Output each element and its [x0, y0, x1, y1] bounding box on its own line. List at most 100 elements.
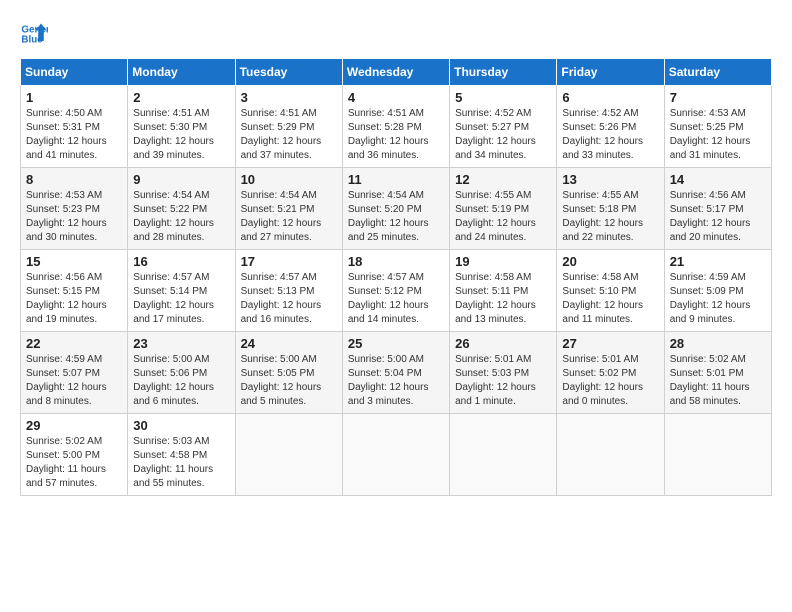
calendar-day-1: 1 Sunrise: 4:50 AM Sunset: 5:31 PM Dayli… [21, 86, 128, 168]
day-info: Sunrise: 4:51 AM Sunset: 5:30 PM Dayligh… [133, 107, 229, 163]
day-number: 14 [670, 172, 766, 187]
calendar-week-1: 1 Sunrise: 4:50 AM Sunset: 5:31 PM Dayli… [21, 86, 772, 168]
empty-cell [557, 414, 664, 496]
day-number: 27 [562, 336, 658, 351]
day-number: 2 [133, 90, 229, 105]
day-info: Sunrise: 4:54 AM Sunset: 5:22 PM Dayligh… [133, 189, 229, 245]
day-number: 8 [26, 172, 122, 187]
calendar-day-3: 3 Sunrise: 4:51 AM Sunset: 5:29 PM Dayli… [235, 86, 342, 168]
day-info: Sunrise: 4:57 AM Sunset: 5:14 PM Dayligh… [133, 271, 229, 327]
day-number: 21 [670, 254, 766, 269]
calendar-header-thursday: Thursday [450, 59, 557, 86]
day-number: 10 [241, 172, 337, 187]
calendar-day-16: 16 Sunrise: 4:57 AM Sunset: 5:14 PM Dayl… [128, 250, 235, 332]
day-info: Sunrise: 4:55 AM Sunset: 5:19 PM Dayligh… [455, 189, 551, 245]
day-info: Sunrise: 4:58 AM Sunset: 5:11 PM Dayligh… [455, 271, 551, 327]
calendar-day-15: 15 Sunrise: 4:56 AM Sunset: 5:15 PM Dayl… [21, 250, 128, 332]
day-number: 18 [348, 254, 444, 269]
calendar-day-30: 30 Sunrise: 5:03 AM Sunset: 4:58 PM Dayl… [128, 414, 235, 496]
calendar-header-friday: Friday [557, 59, 664, 86]
empty-cell [342, 414, 449, 496]
calendar-table: SundayMondayTuesdayWednesdayThursdayFrid… [20, 58, 772, 496]
day-info: Sunrise: 5:01 AM Sunset: 5:02 PM Dayligh… [562, 353, 658, 409]
day-number: 13 [562, 172, 658, 187]
calendar-day-26: 26 Sunrise: 5:01 AM Sunset: 5:03 PM Dayl… [450, 332, 557, 414]
calendar-day-23: 23 Sunrise: 5:00 AM Sunset: 5:06 PM Dayl… [128, 332, 235, 414]
page-header: General Blue [20, 20, 772, 48]
calendar-week-5: 29 Sunrise: 5:02 AM Sunset: 5:00 PM Dayl… [21, 414, 772, 496]
day-number: 12 [455, 172, 551, 187]
day-number: 5 [455, 90, 551, 105]
day-number: 22 [26, 336, 122, 351]
day-info: Sunrise: 4:53 AM Sunset: 5:25 PM Dayligh… [670, 107, 766, 163]
calendar-day-5: 5 Sunrise: 4:52 AM Sunset: 5:27 PM Dayli… [450, 86, 557, 168]
day-info: Sunrise: 5:01 AM Sunset: 5:03 PM Dayligh… [455, 353, 551, 409]
day-info: Sunrise: 4:59 AM Sunset: 5:09 PM Dayligh… [670, 271, 766, 327]
calendar-day-17: 17 Sunrise: 4:57 AM Sunset: 5:13 PM Dayl… [235, 250, 342, 332]
day-info: Sunrise: 4:55 AM Sunset: 5:18 PM Dayligh… [562, 189, 658, 245]
calendar-day-10: 10 Sunrise: 4:54 AM Sunset: 5:21 PM Dayl… [235, 168, 342, 250]
calendar-day-9: 9 Sunrise: 4:54 AM Sunset: 5:22 PM Dayli… [128, 168, 235, 250]
empty-cell [664, 414, 771, 496]
calendar-day-28: 28 Sunrise: 5:02 AM Sunset: 5:01 PM Dayl… [664, 332, 771, 414]
empty-cell [450, 414, 557, 496]
calendar-header-saturday: Saturday [664, 59, 771, 86]
day-number: 19 [455, 254, 551, 269]
day-info: Sunrise: 4:53 AM Sunset: 5:23 PM Dayligh… [26, 189, 122, 245]
calendar-day-6: 6 Sunrise: 4:52 AM Sunset: 5:26 PM Dayli… [557, 86, 664, 168]
calendar-week-2: 8 Sunrise: 4:53 AM Sunset: 5:23 PM Dayli… [21, 168, 772, 250]
calendar-header-monday: Monday [128, 59, 235, 86]
day-number: 28 [670, 336, 766, 351]
calendar-day-29: 29 Sunrise: 5:02 AM Sunset: 5:00 PM Dayl… [21, 414, 128, 496]
calendar-header-wednesday: Wednesday [342, 59, 449, 86]
calendar-day-12: 12 Sunrise: 4:55 AM Sunset: 5:19 PM Dayl… [450, 168, 557, 250]
calendar-week-4: 22 Sunrise: 4:59 AM Sunset: 5:07 PM Dayl… [21, 332, 772, 414]
day-info: Sunrise: 4:51 AM Sunset: 5:28 PM Dayligh… [348, 107, 444, 163]
logo-icon: General Blue [20, 20, 48, 48]
day-info: Sunrise: 4:57 AM Sunset: 5:12 PM Dayligh… [348, 271, 444, 327]
calendar-header-sunday: Sunday [21, 59, 128, 86]
day-info: Sunrise: 4:52 AM Sunset: 5:27 PM Dayligh… [455, 107, 551, 163]
day-number: 20 [562, 254, 658, 269]
day-number: 16 [133, 254, 229, 269]
day-number: 11 [348, 172, 444, 187]
day-number: 7 [670, 90, 766, 105]
calendar-day-20: 20 Sunrise: 4:58 AM Sunset: 5:10 PM Dayl… [557, 250, 664, 332]
calendar-day-11: 11 Sunrise: 4:54 AM Sunset: 5:20 PM Dayl… [342, 168, 449, 250]
day-number: 4 [348, 90, 444, 105]
logo: General Blue [20, 20, 52, 48]
day-number: 1 [26, 90, 122, 105]
day-info: Sunrise: 5:02 AM Sunset: 5:00 PM Dayligh… [26, 435, 122, 491]
calendar-day-18: 18 Sunrise: 4:57 AM Sunset: 5:12 PM Dayl… [342, 250, 449, 332]
day-info: Sunrise: 4:56 AM Sunset: 5:17 PM Dayligh… [670, 189, 766, 245]
day-number: 17 [241, 254, 337, 269]
calendar-day-4: 4 Sunrise: 4:51 AM Sunset: 5:28 PM Dayli… [342, 86, 449, 168]
calendar-day-21: 21 Sunrise: 4:59 AM Sunset: 5:09 PM Dayl… [664, 250, 771, 332]
calendar-day-22: 22 Sunrise: 4:59 AM Sunset: 5:07 PM Dayl… [21, 332, 128, 414]
day-number: 24 [241, 336, 337, 351]
empty-cell [235, 414, 342, 496]
day-info: Sunrise: 5:00 AM Sunset: 5:05 PM Dayligh… [241, 353, 337, 409]
day-number: 9 [133, 172, 229, 187]
day-info: Sunrise: 4:56 AM Sunset: 5:15 PM Dayligh… [26, 271, 122, 327]
calendar-day-19: 19 Sunrise: 4:58 AM Sunset: 5:11 PM Dayl… [450, 250, 557, 332]
day-info: Sunrise: 4:51 AM Sunset: 5:29 PM Dayligh… [241, 107, 337, 163]
calendar-week-3: 15 Sunrise: 4:56 AM Sunset: 5:15 PM Dayl… [21, 250, 772, 332]
day-number: 15 [26, 254, 122, 269]
day-number: 23 [133, 336, 229, 351]
day-info: Sunrise: 5:00 AM Sunset: 5:04 PM Dayligh… [348, 353, 444, 409]
day-info: Sunrise: 5:02 AM Sunset: 5:01 PM Dayligh… [670, 353, 766, 409]
calendar-day-25: 25 Sunrise: 5:00 AM Sunset: 5:04 PM Dayl… [342, 332, 449, 414]
calendar-day-27: 27 Sunrise: 5:01 AM Sunset: 5:02 PM Dayl… [557, 332, 664, 414]
calendar-day-8: 8 Sunrise: 4:53 AM Sunset: 5:23 PM Dayli… [21, 168, 128, 250]
day-info: Sunrise: 4:52 AM Sunset: 5:26 PM Dayligh… [562, 107, 658, 163]
day-info: Sunrise: 5:00 AM Sunset: 5:06 PM Dayligh… [133, 353, 229, 409]
calendar-day-24: 24 Sunrise: 5:00 AM Sunset: 5:05 PM Dayl… [235, 332, 342, 414]
day-number: 3 [241, 90, 337, 105]
calendar-day-2: 2 Sunrise: 4:51 AM Sunset: 5:30 PM Dayli… [128, 86, 235, 168]
day-number: 26 [455, 336, 551, 351]
day-number: 6 [562, 90, 658, 105]
calendar-day-14: 14 Sunrise: 4:56 AM Sunset: 5:17 PM Dayl… [664, 168, 771, 250]
day-info: Sunrise: 4:58 AM Sunset: 5:10 PM Dayligh… [562, 271, 658, 327]
day-number: 30 [133, 418, 229, 433]
